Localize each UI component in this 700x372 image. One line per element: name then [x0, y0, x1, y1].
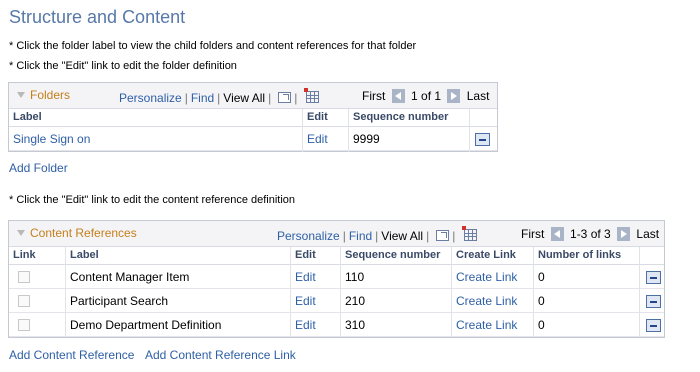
folders-pager: First 1 of 1 Last — [362, 89, 489, 103]
prev-page-icon[interactable] — [550, 227, 564, 241]
edit-link[interactable]: Edit — [295, 318, 316, 332]
table-row: Content Manager Item Edit 110 Create Lin… — [9, 265, 664, 289]
folders-grid-title[interactable]: Folders — [17, 88, 70, 102]
content-grid-tools: Personalize | Find | View All | | — [277, 226, 478, 243]
prev-page-icon[interactable] — [391, 89, 405, 103]
create-link-link[interactable]: Create Link — [456, 294, 517, 308]
col-sequence: Sequence number — [353, 111, 449, 123]
collapse-triangle-icon — [17, 92, 25, 98]
col-create-link: Create Link — [456, 249, 516, 261]
col-edit: Edit — [295, 249, 316, 261]
instruction-folder-label: * Click the folder label to view the chi… — [9, 40, 417, 52]
next-page-icon[interactable] — [617, 227, 631, 241]
content-label: Participant Search — [70, 294, 169, 308]
next-page-icon[interactable] — [447, 89, 461, 103]
col-edit: Edit — [307, 111, 328, 123]
content-grid-title[interactable]: Content References — [17, 226, 137, 240]
edit-link[interactable]: Edit — [295, 294, 316, 308]
delete-row-icon[interactable] — [646, 271, 661, 284]
pager-last: Last — [466, 89, 490, 103]
sequence-value: 9999 — [353, 132, 380, 146]
view-all-link[interactable]: View All — [223, 91, 265, 105]
folders-grid-header: Folders Personalize | Find | View All | | Firs… — [9, 83, 497, 109]
delete-row-icon[interactable] — [475, 133, 490, 146]
edit-link[interactable]: Edit — [307, 132, 328, 146]
personalize-link[interactable]: Personalize — [119, 91, 182, 105]
download-grid-icon[interactable] — [462, 226, 478, 241]
col-label: Label — [70, 249, 99, 261]
add-folder-link[interactable]: Add Folder — [9, 161, 68, 175]
instruction-content-edit: * Click the "Edit" link to edit the cont… — [9, 194, 296, 206]
link-checkbox[interactable] — [18, 319, 30, 331]
folders-grid-tools: Personalize | Find | View All | | — [119, 88, 320, 105]
sequence-value: 310 — [345, 318, 366, 332]
add-content-reference-link-link[interactable]: Add Content Reference Link — [145, 348, 296, 362]
create-link-link[interactable]: Create Link — [456, 318, 517, 332]
sequence-value: 210 — [345, 294, 366, 308]
folder-label-link[interactable]: Single Sign on — [13, 132, 90, 146]
new-window-icon[interactable] — [278, 92, 292, 103]
table-row: Demo Department Definition Edit 310 Crea… — [9, 313, 664, 337]
number-of-links-value: 0 — [538, 294, 545, 308]
content-label: Content Manager Item — [70, 270, 190, 284]
content-column-headers: Link Label Edit Sequence number Create L… — [9, 247, 664, 265]
content-pager: First 1-3 of 3 Last — [521, 227, 659, 241]
download-grid-icon[interactable] — [304, 88, 320, 103]
pager-first: First — [362, 89, 386, 103]
find-link[interactable]: Find — [349, 229, 372, 243]
folders-column-headers: Label Edit Sequence number — [9, 109, 497, 127]
table-row: Single Sign on Edit 9999 — [9, 127, 497, 151]
collapse-triangle-icon — [17, 230, 25, 236]
delete-row-icon[interactable] — [646, 295, 661, 308]
content-label: Demo Department Definition — [70, 318, 222, 332]
content-grid-header: Content References Personalize | Find | View… — [9, 221, 664, 247]
instruction-folder-edit: * Click the "Edit" link to edit the fold… — [9, 60, 237, 72]
link-checkbox[interactable] — [18, 271, 30, 283]
create-link-link[interactable]: Create Link — [456, 270, 517, 284]
pager-range: 1 of 1 — [411, 89, 442, 103]
col-number-of-links: Number of links — [538, 249, 622, 261]
number-of-links-value: 0 — [538, 318, 545, 332]
link-checkbox[interactable] — [18, 295, 30, 307]
pager-range: 1-3 of 3 — [570, 227, 611, 241]
page-title: Structure and Content — [9, 7, 186, 27]
folders-grid: Folders Personalize | Find | View All | | Firs… — [8, 82, 498, 152]
sequence-value: 110 — [345, 270, 365, 284]
col-sequence: Sequence number — [345, 249, 441, 261]
new-window-icon[interactable] — [436, 230, 450, 241]
content-references-grid: Content References Personalize | Find | View… — [8, 220, 665, 338]
delete-row-icon[interactable] — [646, 319, 661, 332]
pager-first: First — [521, 227, 545, 241]
table-row: Participant Search Edit 210 Create Link … — [9, 289, 664, 313]
edit-link[interactable]: Edit — [295, 270, 316, 284]
col-label: Label — [13, 111, 42, 123]
add-content-reference-link[interactable]: Add Content Reference — [9, 348, 134, 362]
pager-last: Last — [636, 227, 660, 241]
find-link[interactable]: Find — [191, 91, 214, 105]
number-of-links-value: 0 — [538, 270, 545, 284]
personalize-link[interactable]: Personalize — [277, 229, 340, 243]
view-all-link[interactable]: View All — [381, 229, 423, 243]
col-link: Link — [13, 249, 36, 261]
